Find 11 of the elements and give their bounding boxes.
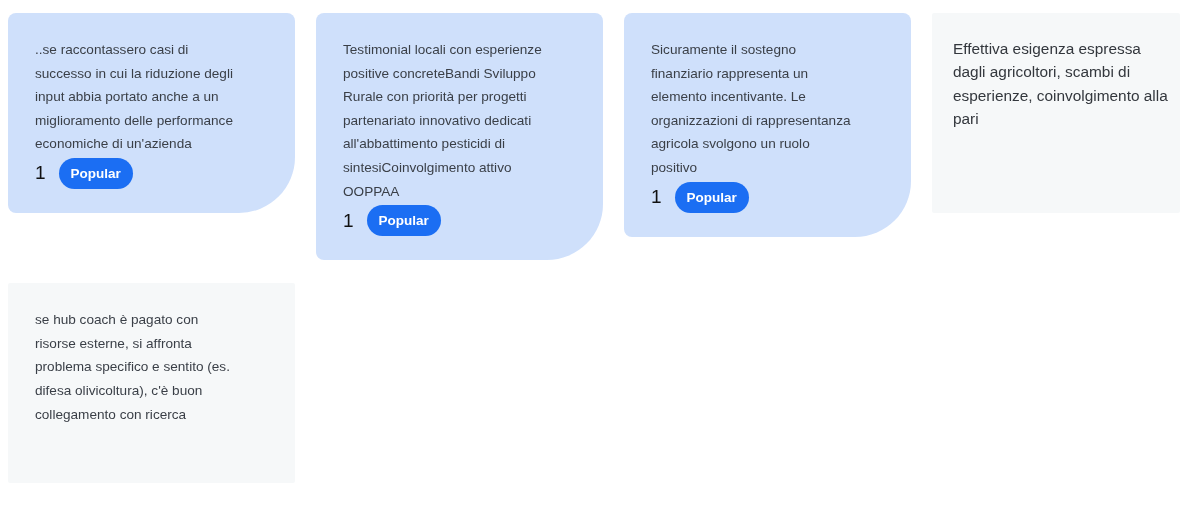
vote-count: 1	[35, 162, 46, 185]
popular-badge: Popular	[674, 181, 749, 213]
popular-badge: Popular	[366, 205, 441, 237]
idea-text: Testimonial locali con esperienze positive concreteBandi Sviluppo Rurale con priorità per progetti partenariato innovativo dedicati all'abbattimento pesticidi di sintesiCoinvolgimento attivo OOPPAA	[343, 41, 543, 201]
vote-count: 1	[343, 209, 354, 232]
idea-text: ..se raccontassero casi di successo in cui la riduzione degli input abbia portato anche a un miglioramento delle performance economiche di un'azienda	[35, 41, 234, 154]
idea-text: Sicuramente il sostegno finanziario rappresenta un elemento incentivante. Le organizzazioni di rappresentanza agricola svolgono un ruolo positivo	[651, 41, 851, 177]
idea-text: se hub coach è pagato con risorse esterne, si affronta problema specifico e sentito (es. difesa olivicoltura), c'è buon collegamento con ricerca	[35, 311, 231, 424]
popular-badge: Popular	[58, 157, 133, 189]
vote-count: 1	[651, 186, 662, 209]
idea-text: Effettiva esigenza espressa dagli agricoltori, scambi di esperienze, coinvolgimento alla pari	[953, 39, 1169, 130]
